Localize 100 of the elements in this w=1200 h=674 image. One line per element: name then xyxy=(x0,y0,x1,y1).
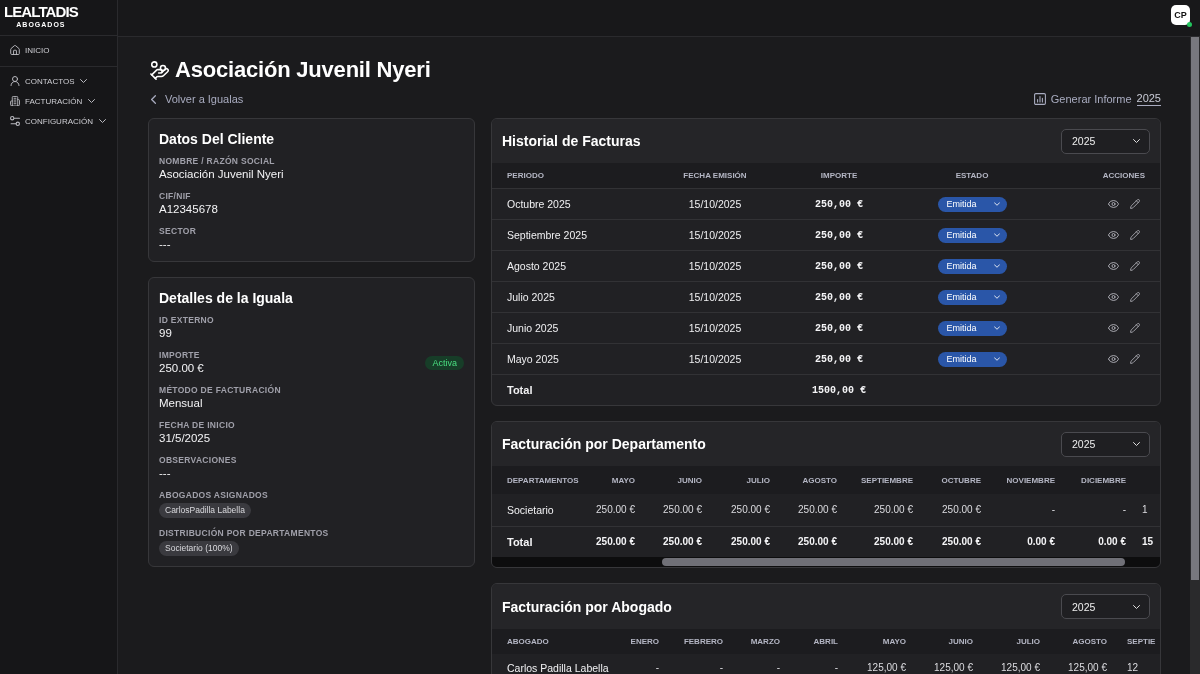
table-cell: 250,00 € xyxy=(815,260,863,272)
field-label: MÉTODO DE FACTURACIÓN xyxy=(159,385,281,396)
column-header: MAYO xyxy=(882,637,907,646)
pencil-icon[interactable] xyxy=(1130,292,1140,302)
table-cell: 250,00 € xyxy=(815,353,863,365)
column-header: JUNIO xyxy=(677,475,703,485)
column-header: PERIODO xyxy=(507,171,544,180)
total-amount: 1500,00 € xyxy=(812,384,866,396)
table-cell-text: 125,00 € xyxy=(1068,662,1108,674)
pencil-icon[interactable] xyxy=(1130,230,1140,240)
table-cell-text: 250.00 € xyxy=(798,504,838,516)
table-cell: Agosto 2025 xyxy=(507,260,566,272)
column-header: ACCIONES xyxy=(1102,171,1145,180)
table-cell-text: - xyxy=(1122,504,1127,516)
table-cell-text: 250.00 € xyxy=(663,504,703,516)
field-label: DISTRIBUCIÓN POR DEPARTAMENTOS xyxy=(159,528,329,539)
column-header: SEPTIE xyxy=(1126,637,1157,646)
column-header: MAYO xyxy=(611,475,636,485)
total-label: Total xyxy=(507,384,533,396)
table-cell-text: Carlos Padilla Labella xyxy=(506,662,610,674)
field-value: --- xyxy=(159,237,171,251)
card-title: Facturación por Abogado xyxy=(502,598,672,615)
table-cell-text: 250.00 € xyxy=(663,536,703,548)
card-title: Historial de Facturas xyxy=(502,133,641,149)
eye-icon[interactable] xyxy=(1108,231,1119,239)
status-dropdown[interactable]: Emitida xyxy=(937,351,1007,367)
pencil-icon[interactable] xyxy=(1130,261,1140,271)
eye-icon[interactable] xyxy=(1108,293,1119,301)
column-header: ESTADO xyxy=(955,171,989,180)
nav-item[interactable]: FACTURACIÓN xyxy=(6,93,100,109)
field-value: 31/5/2025 xyxy=(159,431,211,445)
table-cell-text: 12 xyxy=(1126,662,1140,674)
status-dropdown[interactable]: Emitida xyxy=(937,227,1007,243)
field-value: --- xyxy=(159,466,171,480)
table-cell-text: 125,00 € xyxy=(1001,662,1041,674)
field-label: CIF/NIF xyxy=(159,191,191,202)
table-cell: 250,00 € xyxy=(815,229,863,241)
pencil-icon[interactable] xyxy=(1130,354,1140,364)
eye-icon[interactable] xyxy=(1108,262,1119,270)
logo-wordmark: LEALTADIS xyxy=(4,4,78,20)
user-avatar[interactable]: CP xyxy=(1171,5,1190,25)
year-select[interactable]: 2025 xyxy=(1061,431,1150,457)
status-dropdown[interactable]: Emitida xyxy=(937,320,1007,336)
field-label: NOMBRE / RAZÓN SOCIAL xyxy=(159,156,275,167)
chevron-down-icon xyxy=(1133,139,1140,143)
table-cell-text: - xyxy=(1051,504,1056,516)
year-select[interactable]: 2025 xyxy=(1061,594,1150,619)
chevron-down-icon xyxy=(993,264,1000,268)
eye-icon[interactable] xyxy=(1108,355,1119,363)
generate-report-button[interactable]: Generar Informe xyxy=(1033,93,1132,105)
table-cell: 15/10/2025 xyxy=(688,353,742,365)
tag-chip: Societario (100%) xyxy=(159,541,239,556)
bar-chart-icon xyxy=(1033,93,1046,105)
column-header: FECHA EMISIÓN xyxy=(683,171,747,180)
back-link[interactable]: Volver a Igualas xyxy=(151,93,244,105)
pencil-icon[interactable] xyxy=(1130,323,1140,333)
table-cell-text: 0.00 € xyxy=(1098,536,1127,548)
table-cell-text: 250.00 € xyxy=(874,504,914,516)
column-header: NOVIEMBRE xyxy=(1006,475,1056,485)
scrollbar-thumb[interactable] xyxy=(662,558,1125,566)
table-cell: 15/10/2025 xyxy=(688,198,742,210)
status-dropdown[interactable]: Emitida xyxy=(937,258,1007,274)
eye-icon[interactable] xyxy=(1108,200,1119,208)
scrollbar-thumb[interactable] xyxy=(1191,37,1199,580)
field-label: OBSERVACIONES xyxy=(159,455,237,466)
field-value: 250.00 € xyxy=(159,361,204,375)
table-cell: Octubre 2025 xyxy=(507,198,571,210)
field-label: SECTOR xyxy=(159,226,197,237)
nav-item[interactable]: CONFIGURACIÓN xyxy=(6,113,110,129)
field-value: 99 xyxy=(159,326,172,340)
table-cell-text: - xyxy=(834,662,839,674)
nav-item[interactable]: INICIO xyxy=(6,42,54,58)
year-field[interactable]: 2025 xyxy=(1136,92,1161,106)
column-header: FEBRERO xyxy=(683,637,724,646)
column-header: SEPTIEMBRE xyxy=(861,475,914,485)
field-label: ABOGADOS ASIGNADOS xyxy=(159,490,268,501)
eye-icon[interactable] xyxy=(1108,324,1119,332)
table-cell-text: 0.00 € xyxy=(1027,536,1056,548)
year-select[interactable]: 2025 xyxy=(1061,128,1150,154)
table-cell-text: 250.00 € xyxy=(596,536,636,548)
card-title: Detalles de la Iguala xyxy=(159,289,294,307)
chevron-down-icon xyxy=(993,357,1000,361)
table-cell: 250,00 € xyxy=(815,291,863,303)
table-cell-text: 250.00 € xyxy=(942,504,982,516)
nav-item[interactable]: CONTACTOS xyxy=(6,73,92,89)
status-dropdown[interactable]: Emitida xyxy=(937,196,1007,212)
field-label: IMPORTE xyxy=(159,350,200,361)
table-cell: Junio 2025 xyxy=(507,322,559,334)
table-cell-text: 250.00 € xyxy=(942,536,982,548)
field-value: Asociación Juvenil Nyeri xyxy=(159,167,284,181)
table-cell: Septiembre 2025 xyxy=(507,229,587,241)
table-cell-text: 250.00 € xyxy=(731,536,771,548)
column-header: MARZO xyxy=(750,637,781,646)
status-dropdown[interactable]: Emitida xyxy=(937,289,1007,305)
field-label: FECHA DE INICIO xyxy=(159,420,235,431)
column-header: ENERO xyxy=(630,637,660,646)
pencil-icon[interactable] xyxy=(1130,199,1140,209)
table-cell-text: 125,00 € xyxy=(867,662,907,674)
chevron-down-icon xyxy=(993,295,1000,299)
field-value: A12345678 xyxy=(159,202,218,216)
